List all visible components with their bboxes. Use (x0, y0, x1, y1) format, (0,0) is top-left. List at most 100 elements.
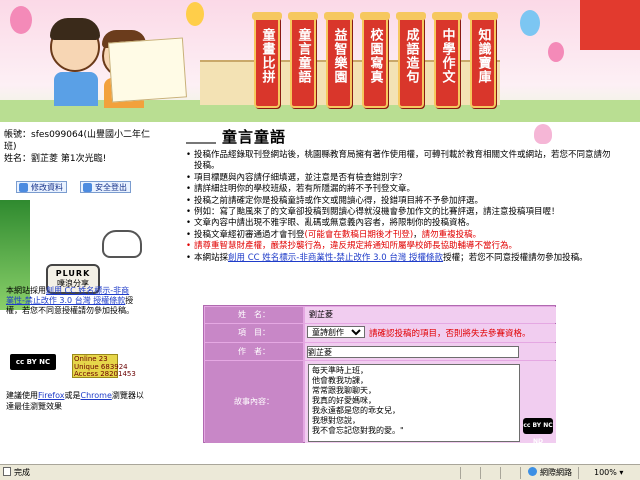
name-label: 姓 名： (205, 307, 303, 323)
section-title-bar: 童言童語 (186, 124, 640, 146)
rule-item-warning: 請尊重智慧財產權，嚴禁抄襲行為，違反規定將通知所屬學校師長協助輔導不當行為。 (186, 241, 612, 253)
rules-list: 投稿作品經錄取刊登網站後，桃園縣教育局擁有著作使用權，可轉刊載於教育相關文件或網… (186, 150, 612, 264)
nav-cap (288, 12, 318, 20)
rule-red-text: 請勿重複投稿。 (421, 229, 482, 240)
nav-cap (396, 12, 426, 20)
lock-icon (83, 183, 92, 192)
edit-icon (19, 183, 28, 192)
cc-license-badge-form: cc BY NC ND (523, 418, 553, 445)
rule-item: 文章內容中請出現不雅字眼、亂碼或無意義內容者，將限制你的投稿資格。 (186, 218, 612, 230)
rule-text: 投稿文章經初審通過才會刊登 (194, 229, 305, 240)
nav-label: 成語造句 (403, 28, 419, 84)
name-value: 劉芷菱 (305, 307, 556, 323)
author-cell (305, 343, 556, 360)
nav-cap (360, 12, 390, 20)
nav-button-essays[interactable]: 中學作文 (432, 12, 462, 108)
flag-decoration (580, 0, 640, 50)
nav-button-campus-photos[interactable]: 校園寫真 (360, 12, 390, 108)
nav-label: 益智樂園 (331, 28, 347, 84)
zoom-control[interactable]: 100% ▾ (594, 466, 623, 480)
author-input[interactable] (307, 346, 519, 358)
logout-button[interactable]: 安全登出 (80, 181, 131, 193)
nav-label: 中學作文 (439, 28, 455, 84)
rule-text: ， (413, 229, 422, 240)
content-label: 故事內容： (205, 361, 303, 443)
submission-form: 姓 名： 劉芷菱 項 目： 童詩創作 請確認投稿的項目，否則將失去參賽資格。 作… (203, 305, 556, 445)
nav-cap (324, 12, 354, 20)
status-separator (480, 467, 481, 479)
status-separator (520, 467, 521, 479)
status-text: 完成 (14, 468, 30, 477)
logout-label: 安全登出 (95, 183, 127, 192)
browser-tip-mid: 或是 (64, 391, 81, 400)
nav-button-puzzles[interactable]: 益智樂園 (324, 12, 354, 108)
rule-item: 投稿之前請確定你是投稿童詩或作文或閱讀心得，投錯項目將不予參加評選。 (186, 196, 612, 208)
plurk-title: PLURK (55, 269, 91, 278)
license-note: 本網站採用創用 CC 姓名標示-非商業性-禁止改作 3.0 台灣 授權條款授權，… (6, 286, 136, 316)
drawing-paper-illustration (107, 37, 188, 103)
nav-cap (432, 12, 462, 20)
quill-icon (186, 126, 216, 144)
status-separator (500, 467, 501, 479)
account-info: 帳號：sfes099064(山豐國小二年仁班) 姓名：劉芷菱 第1次光臨! (4, 129, 154, 165)
nav-label: 知識寶庫 (475, 28, 491, 84)
zone-text: 網際網路 (540, 468, 572, 477)
cc-license-badge[interactable]: cc BY NC ND (10, 354, 56, 382)
content-cell: 每天準時上班， 他會教我功課， 常常跟我聊聊天， 我真的好愛媽咪， 我永遠都是您… (305, 361, 556, 445)
browser-status-bar: 完成 網際網路 100% ▾ (0, 464, 640, 480)
nav-cap (468, 12, 498, 20)
rule-item: 請詳細註明你的學校班級，若有所隱漏的將不予刊登文章。 (186, 184, 612, 196)
category-cell: 童詩創作 請確認投稿的項目，否則將失去參賽資格。 (305, 324, 556, 342)
nav-cap (252, 12, 282, 20)
form-row-name: 姓 名： 劉芷菱 (205, 307, 556, 323)
header-banner: 童畫比拼 童言童語 益智樂園 校園寫真 成語造句 中學作文 知識寶庫 (0, 0, 640, 122)
zoom-text: 100% (594, 468, 617, 477)
form-row-content: 故事內容： 每天準時上班， 他會教我功課， 常常跟我聊聊天， 我真的好愛媽咪， … (205, 361, 556, 445)
mascot-icon (534, 124, 552, 144)
page-icon (3, 467, 11, 476)
license-link-main[interactable]: 創用 CC 姓名標示-非商業性-禁止改作 3.0 台灣 授權條款 (228, 253, 443, 263)
category-select[interactable]: 童詩創作 (307, 326, 365, 338)
edit-profile-label: 修改資料 (31, 183, 63, 192)
status-separator (460, 467, 461, 479)
user-name-line: 姓名：劉芷菱 第1次光臨! (4, 154, 107, 164)
form-row-author: 作 者： (205, 343, 556, 360)
security-zone: 網際網路 (528, 466, 572, 480)
nav-button-children-words[interactable]: 童言童語 (288, 12, 318, 108)
chrome-link[interactable]: Chrome (80, 391, 111, 400)
nav-label: 童言童語 (295, 28, 311, 84)
rule-red-text: (可能會在數稿日期後才刊登) (304, 229, 414, 240)
category-warning: 請確認投稿的項目，否則將失去參賽資格。 (369, 329, 531, 339)
rule-item: 投稿作品經錄取刊登網站後，桃園縣教育局擁有著作使用權，可轉刊載於教育相關文件或網… (186, 150, 612, 173)
status-separator (578, 467, 579, 479)
nav-button-drawing[interactable]: 童畫比拼 (252, 12, 282, 108)
balloon-decoration (520, 10, 540, 36)
dog-illustration (102, 230, 142, 258)
nav-button-idioms[interactable]: 成語造句 (396, 12, 426, 108)
status-done: 完成 (0, 466, 30, 480)
license-note-prefix: 本網站採用 (6, 286, 46, 295)
nav-label: 校園寫真 (367, 28, 383, 84)
rule-text: 授權；若您不同意授權請勿參加投稿。 (443, 252, 588, 263)
story-content-textarea[interactable]: 每天準時上班， 他會教我功課， 常常跟我聊聊天， 我真的好愛媽咪， 我永遠都是您… (308, 364, 520, 442)
rule-item: 例如：寫了颱風來了的文章卻投稿到閱讀心得就沒機會參加作文的比賽評選，請注意投稿項… (186, 207, 612, 219)
browser-tip-prefix: 建議使用 (6, 391, 38, 400)
edit-profile-button[interactable]: 修改資料 (16, 181, 67, 193)
rule-item: 投稿文章經初審通過才會刊登(可能會在數稿日期後才刊登)，請勿重複投稿。 (186, 229, 612, 242)
browser-tip: 建議使用Firefox或是Chrome瀏覽器以達最佳瀏覽效果 (6, 390, 146, 412)
page-title: 童言童語 (222, 128, 287, 146)
rule-item: 項目標題與內容請仔細填選，並注意是否有檢查錯別字？ (186, 173, 612, 185)
balloon-decoration (10, 6, 32, 34)
balloon-decoration (548, 42, 564, 62)
form-row-category: 項 目： 童詩創作 請確認投稿的項目，否則將失去參賽資格。 (205, 324, 556, 342)
nav-label: 童畫比拼 (259, 28, 275, 84)
firefox-link[interactable]: Firefox (38, 391, 64, 400)
nav-button-knowledge[interactable]: 知識寶庫 (468, 12, 498, 108)
account-line: 帳號：sfes099064(山豐國小二年仁班) (4, 130, 150, 152)
globe-icon (528, 467, 537, 476)
online-counter: Online 23 Unique 683924 Access 28201453 (72, 354, 136, 379)
category-label: 項 目： (205, 324, 303, 342)
rule-item: 本網站採創用 CC 姓名標示-非商業性-禁止改作 3.0 台灣 授權條款授權；若… (186, 252, 612, 265)
rule-text: 本網站採 (194, 252, 229, 263)
author-label: 作 者： (205, 343, 303, 360)
